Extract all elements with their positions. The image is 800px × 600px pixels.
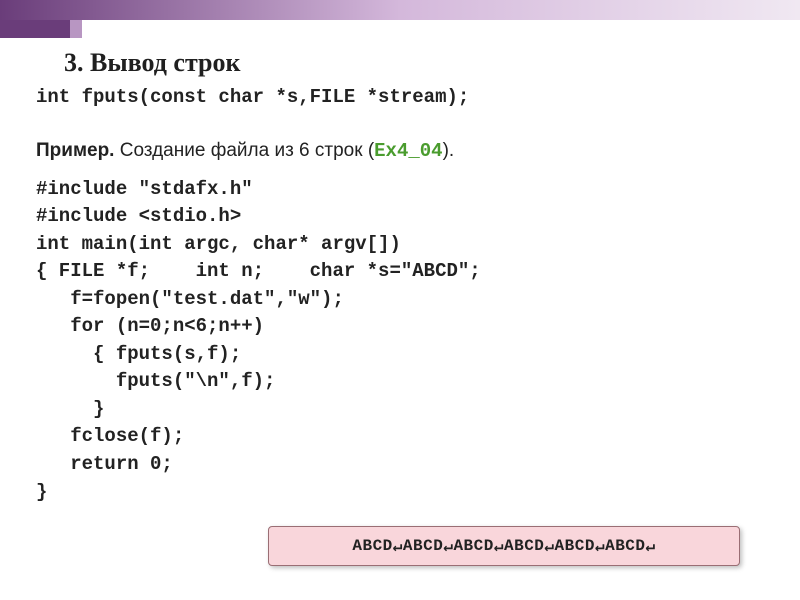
slide-content: 3. Вывод строк int fputs(const char *s,F… [36, 48, 776, 506]
slide-decor-bar [0, 0, 800, 20]
code-line: f=fopen("test.dat","w"); [36, 286, 776, 314]
code-line: fputs("\n",f); [36, 368, 776, 396]
code-line: { FILE *f; int n; char *s="ABCD"; [36, 258, 776, 286]
example-label-bold: Пример. [36, 140, 114, 161]
example-label-close: ). [443, 140, 455, 161]
slide-decor-accent [0, 20, 70, 38]
code-line: for (n=0;n<6;n++) [36, 313, 776, 341]
example-label-text: Создание файла из 6 строк ( [114, 140, 374, 161]
output-text: ABCD↵ABCD↵ABCD↵ABCD↵ABCD↵ABCD↵ [352, 536, 655, 556]
example-code-ref: Ex4_04 [374, 140, 442, 162]
output-box: ABCD↵ABCD↵ABCD↵ABCD↵ABCD↵ABCD↵ [268, 526, 740, 566]
page-title: 3. Вывод строк [64, 48, 776, 78]
code-line: } [36, 396, 776, 424]
code-line: } [36, 479, 776, 507]
code-line: return 0; [36, 451, 776, 479]
example-description: Пример. Создание файла из 6 строк (Ex4_0… [36, 140, 776, 162]
code-line: #include "stdafx.h" [36, 176, 776, 204]
code-line: #include <stdio.h> [36, 203, 776, 231]
fn-signature: int fputs(const char *s,FILE *stream); [36, 84, 776, 112]
code-line: { fputs(s,f); [36, 341, 776, 369]
code-line: int main(int argc, char* argv[]) [36, 231, 776, 259]
code-block: #include "stdafx.h" #include <stdio.h> i… [36, 176, 776, 507]
code-line: fclose(f); [36, 423, 776, 451]
